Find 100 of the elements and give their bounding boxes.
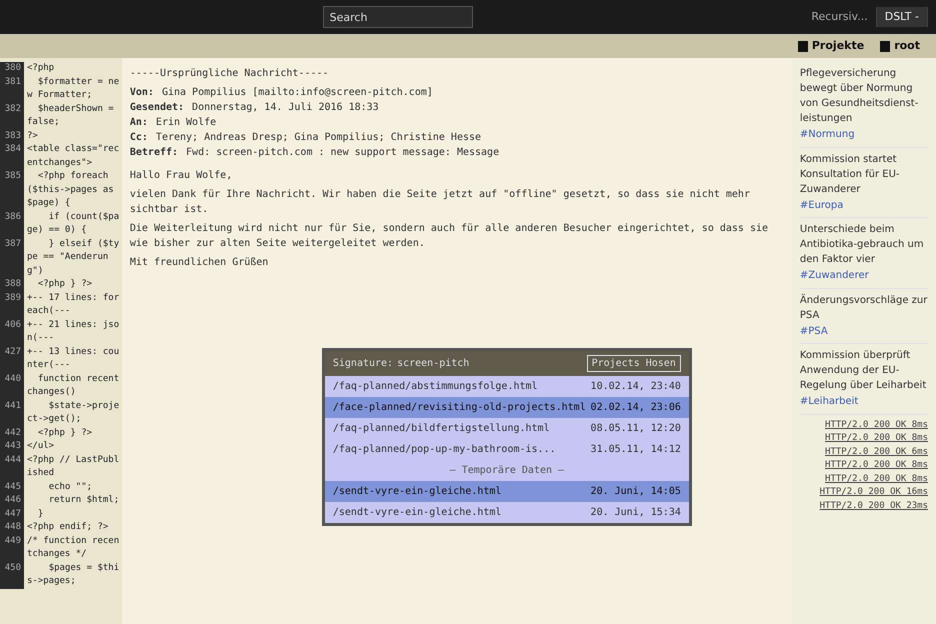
file-path: /faq-planned/bildfertigstellung.html [332, 422, 550, 436]
line-number: 380 [0, 62, 24, 76]
line-number: 440 [0, 372, 24, 400]
field-value: Gina Pompilius [mailto:info@screen-pitch.com] [162, 86, 433, 100]
file-row[interactable]: /sendt-vyre-ein-gleiche.html 20. Juni, 15:34 [324, 502, 689, 523]
line-number: 442 [0, 426, 24, 440]
email-paragraph: Die Weiterleitung wird nicht nur für Sie, sondern auch für alle anderen Besucher eingerichtet, so dass sie wie bisher zur alten Seite weitergeleitet werden. [130, 222, 770, 251]
email-paragraph: Hallo Frau Wolfe, [130, 169, 234, 183]
file-date: 20. Juni, 15:34 [590, 506, 681, 520]
file-date: 20. Juni, 14:05 [590, 485, 681, 499]
line-number: 446 [0, 494, 24, 508]
code-line: $state->project->get(); [26, 400, 120, 426]
field-value: Fwd: screen-pitch.com : new support message: Message [186, 146, 500, 160]
file-path: /face-planned/revisiting-old-projects.html [332, 401, 586, 415]
line-number: 441 [0, 400, 24, 426]
line-number: 447 [0, 508, 24, 521]
hashtag-link[interactable]: #PSA [800, 326, 828, 336]
code-line: ?> [26, 130, 39, 142]
code-line: <?php } ?> [36, 278, 94, 291]
line-number: 388 [0, 278, 24, 292]
dialog-title: Projects Hosen [586, 355, 681, 372]
browser-tab[interactable]: DSLT - [876, 6, 928, 28]
log-entry: HTTP/2.0 200 OK 8ms [824, 432, 928, 445]
line-number: 448 [0, 521, 24, 534]
code-line: if (count($page) == 0) { [26, 210, 120, 237]
line-number: 427 [0, 346, 24, 372]
code-line: <?php } ?> [36, 426, 94, 440]
code-line: </ul> [26, 440, 56, 453]
news-headline: Unterschiede beim Antibiotika-gebrauch um den Faktor vier [800, 223, 925, 267]
field-label: Betreff: [130, 146, 178, 160]
file-row[interactable]: /faq-planned/bildfertigstellung.html 08.05.11, 12:20 [324, 418, 689, 439]
file-path: /faq-planned/pop-up-my-bathroom-is... [332, 443, 556, 457]
hashtag-link[interactable]: #Leiharbeit [800, 396, 858, 407]
file-date: 10.02.14, 23:40 [590, 380, 681, 394]
file-path: /sendt-vyre-ein-gleiche.html [332, 506, 502, 520]
line-number: 450 [0, 562, 24, 588]
bookmark-link[interactable]: Projekte [812, 38, 864, 54]
log-entry: HTTP/2.0 200 OK 8ms [824, 472, 928, 486]
log-entry: HTTP/2.0 200 OK 8ms [824, 418, 928, 432]
field-value: Tereny; Andreas Dresp; Gina Pompilius; Christine Hesse [156, 131, 482, 145]
code-line: return $html; [48, 494, 120, 507]
hashtag-link[interactable]: #Zuwanderer [800, 270, 869, 281]
field-value: Donnerstag, 14. Juli 2016 18:33 [192, 101, 379, 115]
code-line: } elseif ($type == "Aenderung") [26, 238, 120, 278]
line-number: 449 [0, 534, 24, 562]
line-number: 382 [0, 102, 24, 130]
email-paragraph: Mit freundlichen Grüßen [130, 256, 270, 270]
file-path: /sendt-vyre-ein-gleiche.html [332, 485, 502, 499]
code-line: +-- 21 lines: json(--- [26, 318, 120, 345]
hashtag-link[interactable]: #Normung [800, 129, 855, 140]
line-number: 406 [0, 318, 24, 346]
code-line: echo ""; [48, 480, 94, 494]
file-row[interactable]: /face-planned/revisiting-old-projects.html 02.02.14, 23:06 [324, 397, 689, 418]
file-date: 31.05.11, 14:12 [590, 443, 681, 457]
code-line: <?php [26, 62, 56, 75]
log-entry: HTTP/2.0 200 OK 23ms [818, 500, 928, 512]
field-label: An: [130, 116, 148, 130]
signature-value: screen-pitch [397, 357, 470, 371]
code-line: <?php endif; ?> [26, 521, 110, 534]
code-line: +-- 17 lines: foreach(--- [26, 292, 120, 318]
line-number: 444 [0, 454, 24, 480]
code-line: $formatter = new Formatter; [26, 76, 120, 102]
file-date: 02.02.14, 23:06 [590, 401, 681, 415]
code-line: } [36, 508, 44, 520]
field-label: Gesendet: [130, 101, 184, 115]
line-number: 383 [0, 130, 24, 143]
code-line: function recentchanges() [26, 372, 120, 399]
news-headline: Änderungsvorschläge zur PSA [800, 292, 928, 322]
bookmark-link[interactable]: root [894, 38, 920, 54]
code-line: $headerShown = false; [26, 102, 115, 129]
line-number: 445 [0, 480, 24, 494]
line-number: 443 [0, 440, 24, 454]
signature-label: Signature: [332, 357, 394, 371]
search-field[interactable]: Search [322, 6, 473, 28]
line-number: 381 [0, 76, 24, 102]
line-number: 384 [0, 143, 24, 170]
email-heading: -----Ursprüngliche Nachricht----- [130, 67, 330, 81]
line-number: 386 [0, 210, 24, 238]
log-entry: HTTP/2.0 200 OK 16ms [818, 486, 928, 499]
code-line: <table class="recentchanges"> [26, 143, 120, 170]
news-headline: Kommission überprüft Anwendung der EU-Regelung über Leiharbeit [800, 349, 928, 393]
file-row[interactable]: /faq-planned/abstimmungsfolge.html 10.02.14, 23:40 [324, 376, 689, 397]
log-entry: HTTP/2.0 200 OK 6ms [824, 446, 928, 458]
code-line: /* function recentchanges */ [26, 534, 120, 561]
email-paragraph: vielen Dank für Ihre Nachricht. Wir haben die Seite jetzt auf "offline" gesetzt, so dass sie nicht mehr sichtbar ist. [130, 188, 751, 217]
field-label: Cc: [130, 131, 148, 145]
news-headline: Kommission startet Konsultation für EU-Zuwanderer [800, 152, 900, 196]
log-entry: HTTP/2.0 200 OK 8ms [824, 459, 928, 472]
list-separator: — Temporäre Daten — [448, 464, 566, 478]
code-line: $pages = $this->pages; [26, 562, 120, 588]
file-row[interactable]: /sendt-vyre-ein-gleiche.html 20. Juni, 14:05 [324, 481, 689, 502]
field-label: Von: [130, 86, 154, 100]
line-number: 385 [0, 170, 24, 210]
news-headline: Pflegeversicherung bewegt über Normung von Gesundheitsdienst-leistungen [800, 67, 920, 126]
file-path: /faq-planned/abstimmungsfolge.html [332, 380, 538, 394]
hashtag-link[interactable]: #Europa [800, 200, 844, 210]
field-value: Erin Wolfe [156, 116, 216, 130]
line-number: 387 [0, 238, 24, 278]
line-number: 389 [0, 292, 24, 318]
file-row[interactable]: /faq-planned/pop-up-my-bathroom-is... 31.05.11, 14:12 [324, 439, 689, 460]
